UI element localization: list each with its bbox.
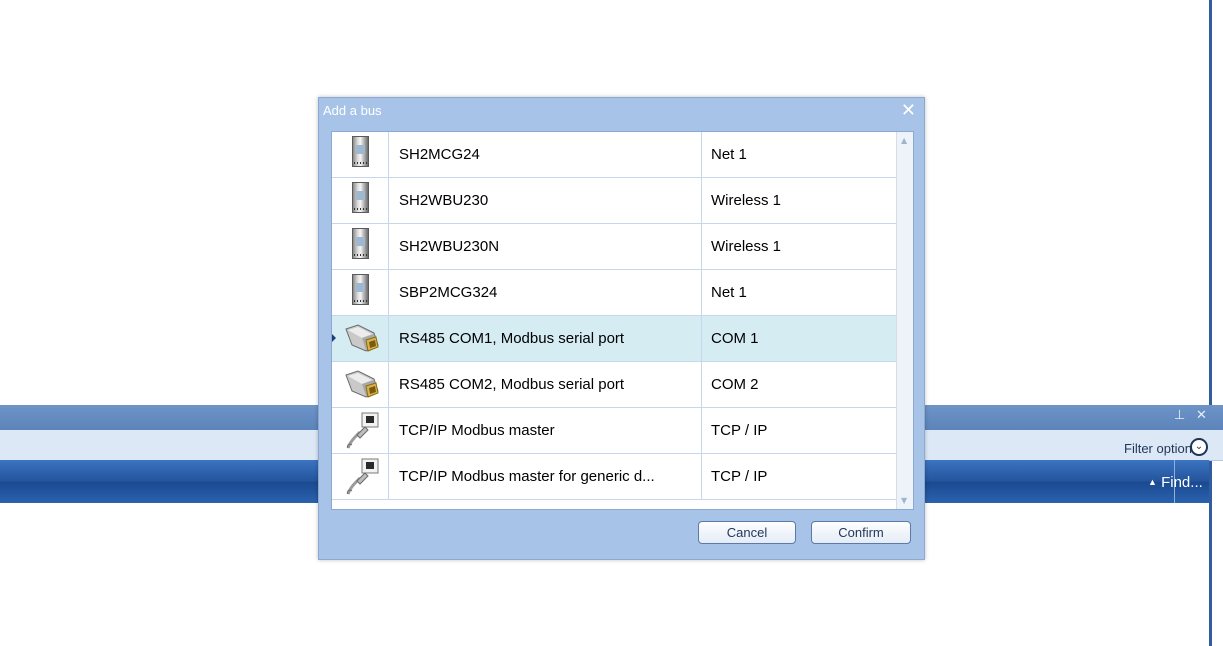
filter-options-chevron-icon[interactable]: ⌄ <box>1190 438 1208 456</box>
bus-name-cell: SH2WBU230N <box>389 224 702 269</box>
bus-type-cell: COM 2 <box>711 376 759 393</box>
bus-icon-cell <box>332 454 389 499</box>
network-cable-icon <box>344 412 380 450</box>
scroll-down-icon[interactable]: ▼ <box>901 496 907 505</box>
bus-type-cell: Wireless 1 <box>711 192 782 209</box>
find-button[interactable]: ▲ Find... <box>1148 474 1203 491</box>
serial-port-icon <box>344 323 380 353</box>
bus-type-cell: Net 1 <box>711 146 747 163</box>
bus-name-cell: TCP/IP Modbus master <box>389 408 702 453</box>
bus-list-row[interactable]: TCP/IP Modbus master TCP / IP <box>332 408 896 454</box>
bus-type-cell: TCP / IP <box>711 422 768 439</box>
bus-list-row[interactable]: RS485 COM1, Modbus serial port COM 1 <box>332 316 896 362</box>
close-icon[interactable]: ✕ <box>901 100 916 121</box>
serial-port-icon <box>344 369 380 399</box>
module-icon <box>352 136 369 167</box>
network-cable-icon <box>344 458 380 496</box>
bus-list-row[interactable]: SBP2MCG324 Net 1 <box>332 270 896 316</box>
scroll-thumb[interactable] <box>899 150 911 490</box>
caret-up-icon: ▲ <box>1148 477 1157 487</box>
bus-type-cell: COM 1 <box>711 330 759 347</box>
confirm-button[interactable]: Confirm <box>811 521 911 544</box>
dialog-title: Add a bus <box>323 103 382 118</box>
bus-name-cell: SH2WBU230 <box>389 178 702 223</box>
module-icon <box>352 182 369 213</box>
filter-options-label[interactable]: Filter options <box>1124 441 1198 456</box>
module-icon <box>352 228 369 259</box>
bus-icon-cell <box>332 270 389 315</box>
module-icon <box>352 274 369 305</box>
find-label: Find... <box>1161 474 1203 491</box>
bus-icon-cell <box>332 408 389 453</box>
bus-list-row[interactable]: TCP/IP Modbus master for generic d... TCP… <box>332 454 896 500</box>
bus-type-cell: Net 1 <box>711 284 747 301</box>
bus-name-cell: SH2MCG24 <box>389 132 702 177</box>
bus-name-cell: TCP/IP Modbus master for generic d... <box>389 454 702 499</box>
bus-list-row[interactable]: RS485 COM2, Modbus serial port COM 2 <box>332 362 896 408</box>
bus-icon-cell <box>332 224 389 269</box>
bus-list-row[interactable]: SH2WBU230N Wireless 1 <box>332 224 896 270</box>
bus-icon-cell <box>332 362 389 407</box>
bus-list: SH2MCG24 Net 1 SH2WBU230 Wireless 1 SH2WBU23… <box>331 131 914 510</box>
bus-icon-cell <box>332 178 389 223</box>
bus-name-cell: RS485 COM1, Modbus serial port <box>389 316 702 361</box>
bus-list-row[interactable]: SH2MCG24 Net 1 <box>332 132 896 178</box>
current-row-marker-icon <box>332 334 336 342</box>
bus-type-cell: TCP / IP <box>711 468 768 485</box>
scroll-up-icon[interactable]: ▲ <box>901 136 907 145</box>
bus-icon-cell <box>332 132 389 177</box>
bus-type-cell: Wireless 1 <box>711 238 782 255</box>
vertical-scrollbar[interactable]: ▲ ▼ <box>896 132 913 509</box>
pin-icon[interactable]: ⊥ <box>1174 408 1185 423</box>
add-bus-dialog: Add a bus ✕ SH2MCG24 Net 1 SH2WBU230 Wirele… <box>318 97 925 560</box>
bus-icon-cell <box>332 316 389 361</box>
bus-name-cell: SBP2MCG324 <box>389 270 702 315</box>
panel-close-icon[interactable]: ✕ <box>1196 408 1207 423</box>
bus-name-cell: RS485 COM2, Modbus serial port <box>389 362 702 407</box>
main-area-right-border <box>1209 0 1212 646</box>
cancel-button[interactable]: Cancel <box>698 521 796 544</box>
bus-list-row[interactable]: SH2WBU230 Wireless 1 <box>332 178 896 224</box>
